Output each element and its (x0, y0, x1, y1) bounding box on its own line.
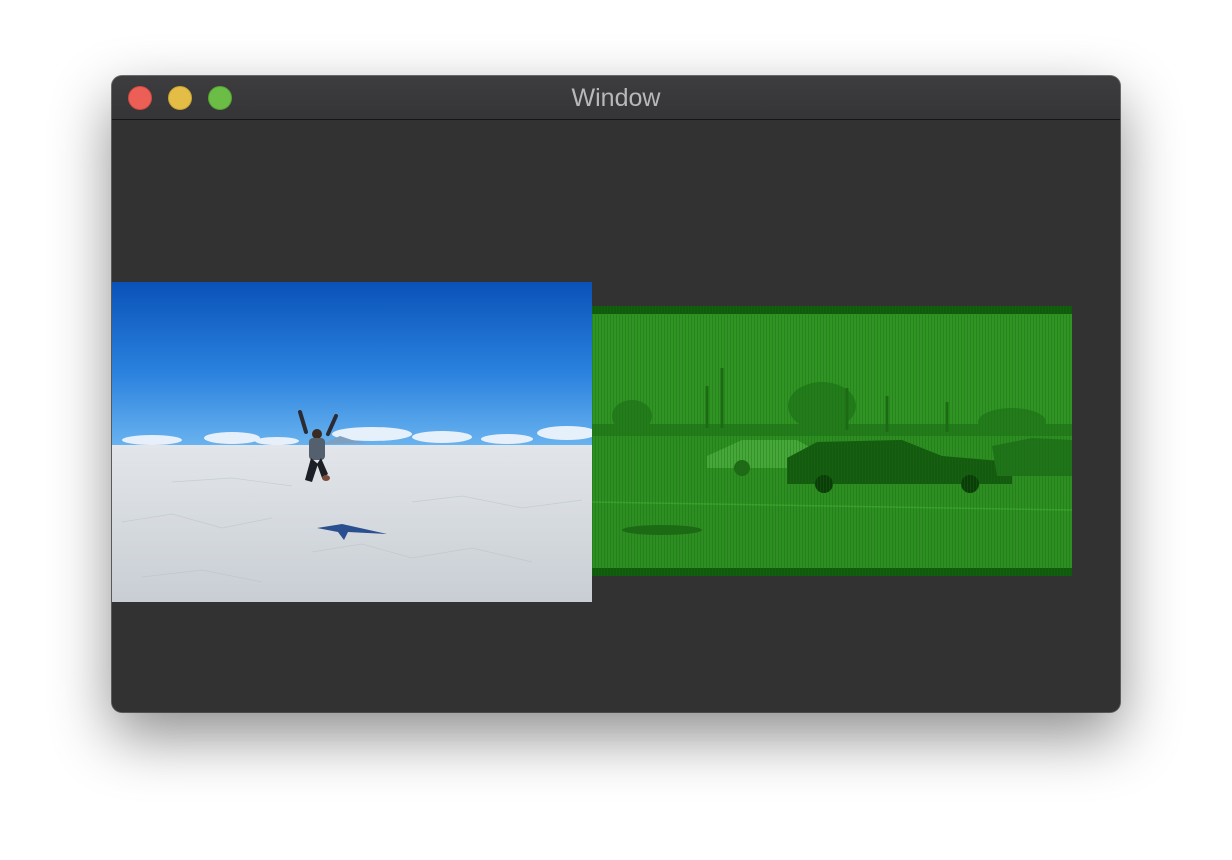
title-bar[interactable]: Window (112, 76, 1120, 120)
green-video-frame (592, 306, 1072, 576)
app-window: Window (112, 76, 1120, 712)
window-content (112, 120, 1120, 712)
salt-flat-photo (112, 282, 592, 602)
window-title: Window (571, 84, 661, 112)
